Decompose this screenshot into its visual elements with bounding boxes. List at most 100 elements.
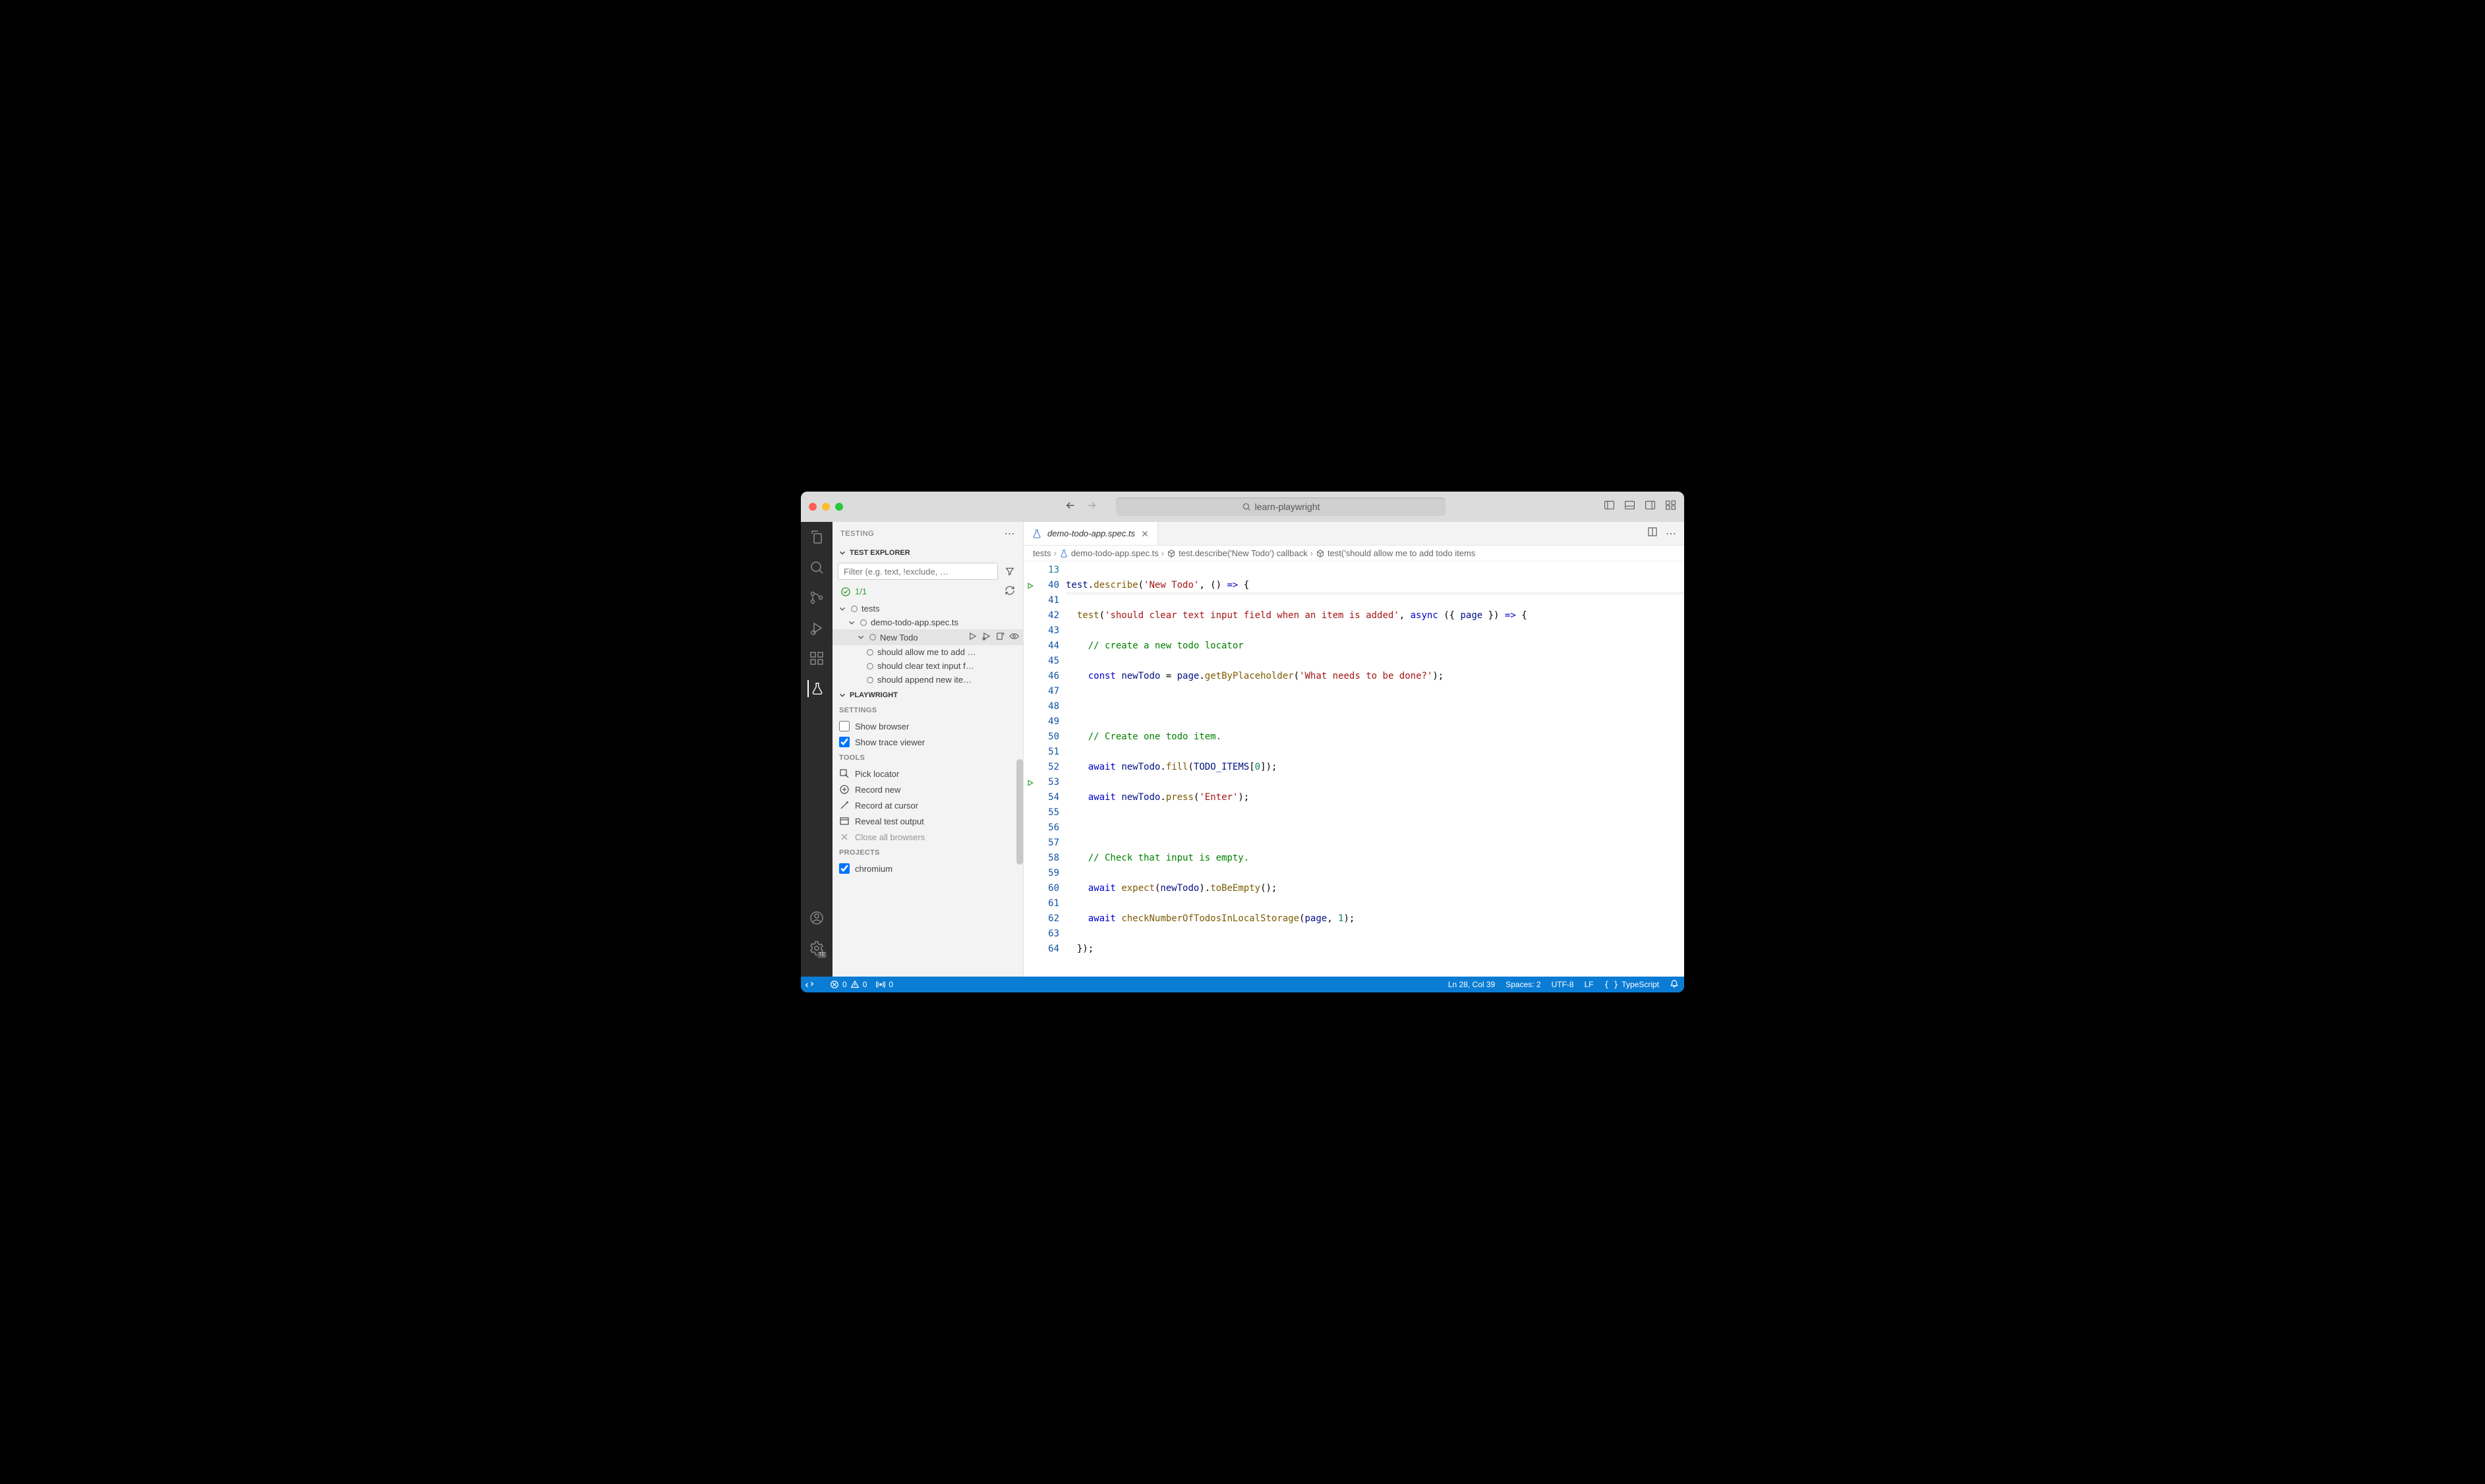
remote-indicator[interactable] (801, 977, 818, 992)
language-status[interactable]: { }TypeScript (1604, 980, 1659, 989)
tools-heading: TOOLS (833, 750, 1023, 766)
tree-suite[interactable]: New Todo (833, 629, 1023, 645)
settings-gear-icon[interactable]: TE (808, 940, 825, 957)
refresh-icon[interactable] (1005, 585, 1015, 598)
status-circle-icon (865, 662, 875, 671)
problems-status[interactable]: 0 0 (830, 980, 867, 989)
toggle-primary-sidebar-icon[interactable] (1604, 499, 1615, 514)
more-actions-icon[interactable]: ⋯ (1666, 527, 1676, 540)
playwright-label: PLAYWRIGHT (850, 691, 898, 699)
accounts-icon[interactable] (808, 909, 825, 927)
close-icon[interactable] (1140, 529, 1150, 538)
filter-input[interactable] (838, 563, 998, 580)
reveal-output-tool[interactable]: Reveal test output (833, 813, 1023, 829)
status-bar: 0 0 0 Ln 28, Col 39 Spaces: 2 UTF-8 LF {… (801, 977, 1684, 992)
minimize-window-button[interactable] (822, 503, 830, 511)
nav-arrows (1065, 499, 1097, 515)
test-explorer-label: TEST EXPLORER (850, 549, 910, 557)
spaces-status[interactable]: Spaces: 2 (1506, 980, 1540, 989)
source-control-icon[interactable] (808, 589, 825, 606)
maximize-window-button[interactable] (835, 503, 843, 511)
error-icon (830, 980, 839, 989)
editor-tab[interactable]: demo-todo-app.spec.ts (1024, 522, 1158, 545)
record-new-tool[interactable]: Record new (833, 782, 1023, 797)
chevron-down-icon (847, 618, 856, 627)
testing-sidebar: TESTING ⋯ TEST EXPLORER 1/1 (833, 522, 1024, 977)
more-icon[interactable]: ⋯ (1005, 527, 1016, 540)
crumb[interactable]: demo-todo-app.spec.ts (1071, 548, 1159, 558)
run-debug-icon[interactable] (808, 619, 825, 637)
cube-icon (1167, 549, 1176, 558)
run-glyph-icon[interactable] (1026, 582, 1034, 590)
goto-test-icon[interactable] (995, 631, 1005, 643)
nav-back-icon[interactable] (1065, 499, 1076, 515)
explorer-icon[interactable] (808, 528, 825, 546)
extensions-icon[interactable] (808, 650, 825, 667)
status-circle-icon (865, 648, 875, 657)
warning-icon (850, 980, 860, 989)
project-chromium-checkbox[interactable]: chromium (833, 861, 1023, 876)
toggle-panel-icon[interactable] (1624, 499, 1635, 514)
customize-layout-icon[interactable] (1665, 499, 1676, 514)
watch-test-icon[interactable] (1009, 631, 1019, 643)
toggle-secondary-sidebar-icon[interactable] (1645, 499, 1656, 514)
status-circle-icon (868, 633, 877, 642)
run-glyph-margin (1024, 561, 1037, 977)
tree-actions (968, 631, 1023, 643)
nav-forward-icon (1086, 499, 1097, 515)
eol-status[interactable]: LF (1585, 980, 1594, 989)
tree-test[interactable]: should clear text input f… (833, 659, 1023, 673)
editor: demo-todo-app.spec.ts ⋯ tests › demo-tod… (1024, 522, 1684, 977)
cube-icon (1316, 549, 1325, 558)
record-cursor-tool[interactable]: Record at cursor (833, 797, 1023, 813)
layout-icons (1604, 499, 1676, 514)
close-browsers-tool[interactable]: Close all browsers (833, 829, 1023, 845)
tree-root[interactable]: tests (833, 602, 1023, 615)
search-icon[interactable] (808, 559, 825, 576)
code-content[interactable]: test.describe('New Todo', () => { test('… (1066, 561, 1684, 977)
cursor-position[interactable]: Ln 28, Col 39 (1448, 980, 1495, 989)
crumb[interactable]: test('should allow me to add todo items (1328, 548, 1475, 558)
tree-file[interactable]: demo-todo-app.spec.ts (833, 615, 1023, 629)
crumb[interactable]: test.describe('New Todo') callback (1179, 548, 1307, 558)
tree-test[interactable]: should allow me to add … (833, 645, 1023, 659)
status-circle-icon (850, 604, 859, 614)
tab-bar: demo-todo-app.spec.ts ⋯ (1024, 522, 1684, 546)
flask-icon (1059, 549, 1068, 558)
chevron-down-icon (856, 633, 865, 642)
run-glyph-icon[interactable] (1026, 779, 1034, 787)
chevron-down-icon (838, 604, 847, 614)
tree-test[interactable]: should append new ite… (833, 673, 1023, 687)
title-text: learn-playwright (1255, 501, 1320, 512)
traffic-lights (809, 503, 843, 511)
sidebar-scrollbar[interactable] (1016, 759, 1023, 865)
pick-locator-tool[interactable]: Pick locator (833, 766, 1023, 782)
test-tree: tests demo-todo-app.spec.ts New Todo (833, 600, 1023, 688)
search-icon (1242, 502, 1251, 511)
chevron-down-icon (838, 691, 847, 700)
close-window-button[interactable] (809, 503, 817, 511)
test-explorer-section[interactable]: TEST EXPLORER (833, 546, 1023, 560)
testing-icon[interactable] (807, 680, 825, 697)
line-gutter: 13 4041424344454647484950515253545556575… (1037, 561, 1066, 977)
filter-icon[interactable] (1002, 563, 1018, 579)
show-browser-checkbox[interactable]: Show browser (833, 718, 1023, 734)
run-test-icon[interactable] (968, 631, 978, 643)
split-editor-icon[interactable] (1647, 527, 1658, 540)
activity-bar: TE (801, 522, 833, 977)
ports-status[interactable]: 0 (876, 980, 893, 989)
broadcast-icon (876, 980, 885, 989)
command-center[interactable]: learn-playwright (1116, 498, 1446, 516)
debug-test-icon[interactable] (981, 631, 991, 643)
crumb[interactable]: tests (1033, 548, 1051, 558)
code-area[interactable]: 13 4041424344454647484950515253545556575… (1024, 561, 1684, 977)
show-trace-checkbox[interactable]: Show trace viewer (833, 734, 1023, 750)
notifications-icon[interactable] (1670, 979, 1679, 990)
breadcrumb[interactable]: tests › demo-todo-app.spec.ts › test.des… (1024, 546, 1684, 561)
playwright-section[interactable]: PLAYWRIGHT (833, 688, 1023, 702)
tab-label: demo-todo-app.spec.ts (1047, 528, 1135, 538)
status-circle-icon (859, 618, 868, 627)
flask-icon (1032, 528, 1042, 539)
settings-heading: SETTINGS (833, 702, 1023, 718)
encoding-status[interactable]: UTF-8 (1552, 980, 1574, 989)
